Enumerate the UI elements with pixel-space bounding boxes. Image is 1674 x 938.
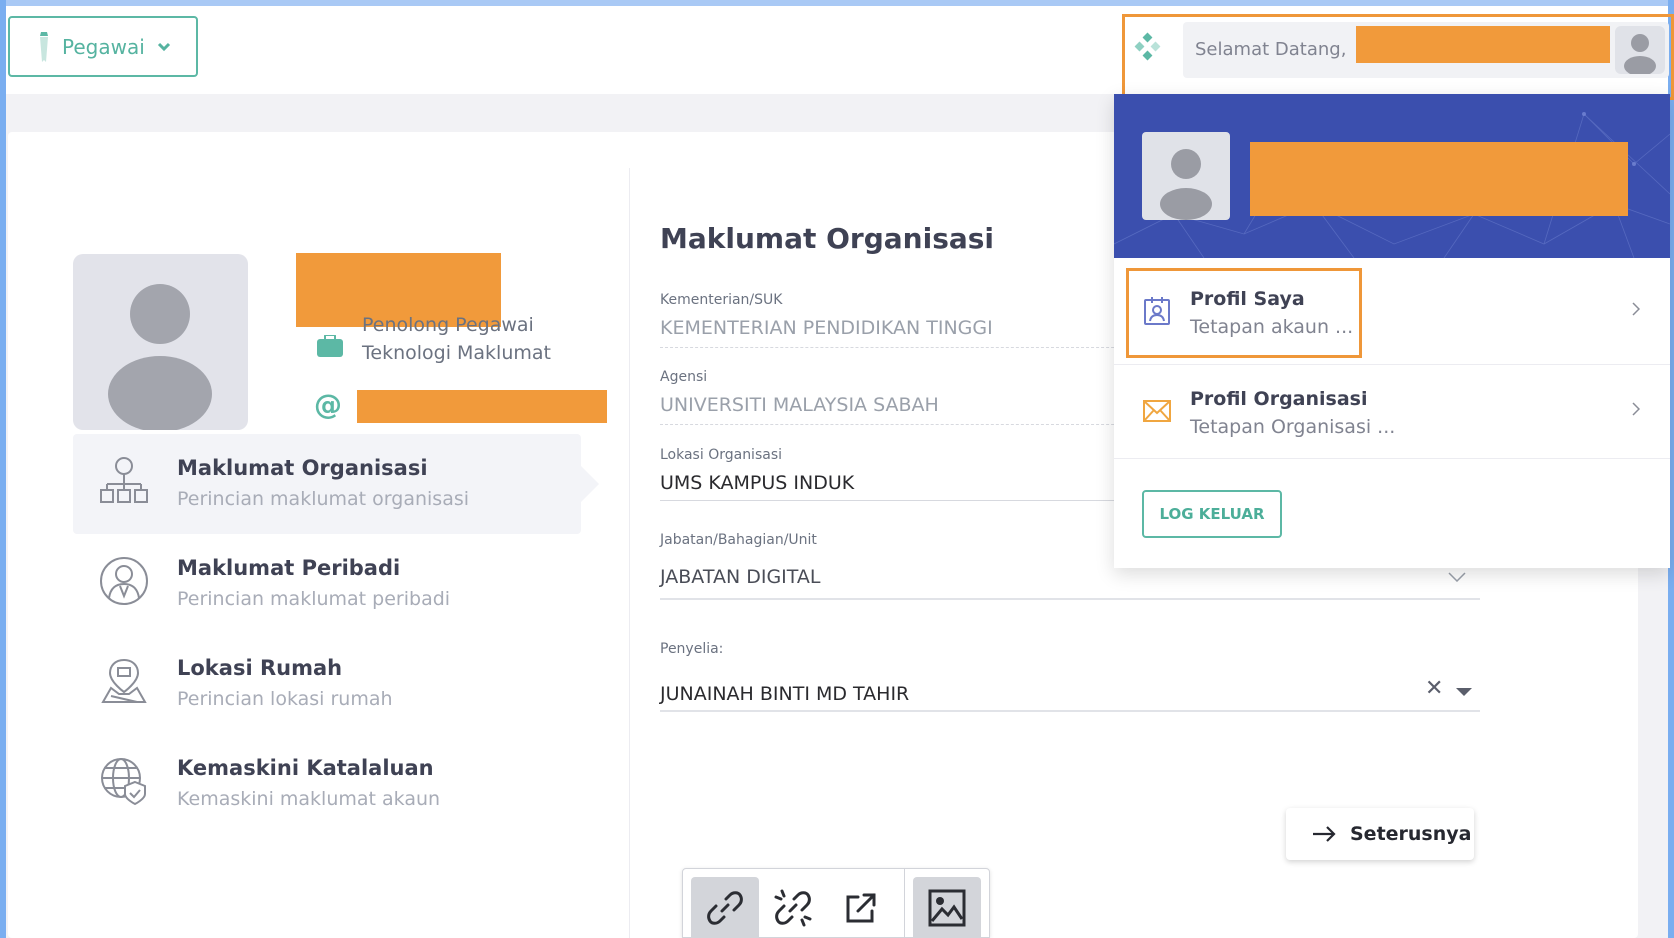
open-link-button[interactable] xyxy=(827,877,895,938)
section-title: Maklumat Organisasi xyxy=(660,222,995,255)
profile-person-icon xyxy=(108,284,212,430)
dropdown-item-profil-organisasi[interactable]: Profil Organisasi Tetapan Organisasi ... xyxy=(1114,364,1670,464)
field-underline xyxy=(660,710,1480,712)
user-avatar[interactable] xyxy=(1615,26,1665,74)
menu-item-kemaskini-katalaluan[interactable]: Kemaskini Katalaluan Kemaskini maklumat … xyxy=(73,734,581,834)
field-label-lokasi-organisasi: Lokasi Organisasi xyxy=(660,447,783,463)
link-icon xyxy=(707,891,743,925)
chevron-down-icon xyxy=(157,42,170,51)
chevron-right-icon xyxy=(1632,302,1640,316)
map-pin-icon xyxy=(101,658,147,703)
top-header: Pegawai Selamat Datang, xyxy=(6,6,1674,100)
role-label: Pegawai xyxy=(62,34,145,59)
field-label-kementerian: Kementerian/SUK xyxy=(660,292,783,308)
dropdown-item-profil-saya[interactable]: Profil Saya Tetapan akaun ... xyxy=(1114,264,1670,364)
avatar-person-icon xyxy=(1624,34,1656,74)
menu-subtitle: Perincian lokasi rumah xyxy=(177,688,393,710)
remove-link-button[interactable] xyxy=(759,877,827,938)
penyelia-select[interactable]: JUNAINAH BINTI MD TAHIR xyxy=(660,683,909,705)
menu-subtitle: Perincian maklumat peribadi xyxy=(177,588,451,610)
org-chart-icon xyxy=(100,457,148,503)
menu-subtitle: Perincian maklumat organisasi xyxy=(177,488,470,510)
profile-photo xyxy=(73,254,248,430)
user-banner xyxy=(1114,94,1670,258)
window-frame-left xyxy=(0,0,6,938)
toolbar-separator xyxy=(904,869,905,938)
chevron-right-icon xyxy=(1632,402,1640,416)
unlink-icon xyxy=(774,889,812,927)
menu-item-maklumat-organisasi[interactable]: Maklumat Organisasi Perincian maklumat o… xyxy=(73,434,599,534)
menu-title: Lokasi Rumah xyxy=(177,656,343,680)
banner-user-photo xyxy=(1142,132,1230,220)
chevron-down-icon[interactable] xyxy=(1448,572,1466,582)
redacted-email xyxy=(357,390,607,423)
vertical-divider xyxy=(629,168,630,938)
image-icon xyxy=(928,889,966,927)
menu-title: Maklumat Organisasi xyxy=(177,456,428,480)
field-value-agensi: UNIVERSITI MALAYSIA SABAH xyxy=(660,394,939,416)
menu-title: Maklumat Peribadi xyxy=(177,556,401,580)
dropdown-item-title: Profil Saya xyxy=(1190,288,1305,310)
briefcase-icon xyxy=(317,335,343,357)
field-label-jabatan: Jabatan/Bahagian/Unit xyxy=(660,532,817,548)
field-label-penyelia: Penyelia: xyxy=(660,641,724,657)
banner-person-icon xyxy=(1160,149,1212,220)
job-title-line1: Penolong Pegawai xyxy=(362,314,534,336)
role-dropdown-button[interactable]: Pegawai xyxy=(8,16,198,77)
tie-icon xyxy=(40,31,48,62)
insert-link-button[interactable] xyxy=(691,877,759,938)
menu-item-lokasi-rumah[interactable]: Lokasi Rumah Perincian lokasi rumah xyxy=(73,634,581,734)
dropdown-item-subtitle: Tetapan akaun ... xyxy=(1190,316,1354,338)
field-value-lokasi-organisasi[interactable]: UMS KAMPUS INDUK xyxy=(660,472,854,494)
envelope-icon xyxy=(1143,400,1171,422)
logout-button[interactable]: LOG KELUAR xyxy=(1142,490,1282,538)
user-menu-trigger[interactable]: Selamat Datang, xyxy=(1122,14,1674,100)
id-card-icon xyxy=(1144,297,1170,325)
dropdown-item-subtitle: Tetapan Organisasi ... xyxy=(1190,416,1396,438)
menu-item-maklumat-peribadi[interactable]: Maklumat Peribadi Perincian maklumat per… xyxy=(73,534,581,634)
welcome-pill[interactable]: Selamat Datang, xyxy=(1183,22,1669,78)
redacted-banner-name xyxy=(1250,142,1628,216)
person-circle-icon xyxy=(100,557,148,605)
external-link-icon xyxy=(846,893,876,923)
field-underline xyxy=(660,598,1480,600)
job-title-line2: Teknologi Maklumat xyxy=(362,342,551,364)
jabatan-select[interactable]: JABATAN DIGITAL xyxy=(660,566,820,588)
dropdown-item-title: Profil Organisasi xyxy=(1190,388,1368,410)
dropdown-separator xyxy=(1114,458,1670,459)
welcome-text: Selamat Datang, xyxy=(1195,39,1347,60)
insert-image-button[interactable] xyxy=(913,877,981,938)
caret-down-icon[interactable] xyxy=(1456,688,1472,696)
redacted-username xyxy=(1356,26,1610,63)
next-button-label: Seterusnya xyxy=(1350,823,1472,845)
next-button[interactable]: Seterusnya xyxy=(1286,808,1474,860)
arrow-right-icon xyxy=(1313,826,1336,842)
editor-toolbar xyxy=(682,868,990,938)
field-label-agensi: Agensi xyxy=(660,369,708,385)
globe-shield-icon xyxy=(101,758,146,806)
menu-subtitle: Kemaskini maklumat akaun xyxy=(177,788,441,810)
menu-title: Kemaskini Katalaluan xyxy=(177,756,434,780)
user-dropdown-panel: Profil Saya Tetapan akaun ... Profil Org… xyxy=(1114,94,1670,568)
clear-selection-icon[interactable]: ✕ xyxy=(1425,676,1443,701)
field-value-kementerian: KEMENTERIAN PENDIDIKAN TINGGI xyxy=(660,317,993,339)
app-logo-icon xyxy=(1134,32,1161,61)
at-sign-icon: @ xyxy=(314,388,342,421)
